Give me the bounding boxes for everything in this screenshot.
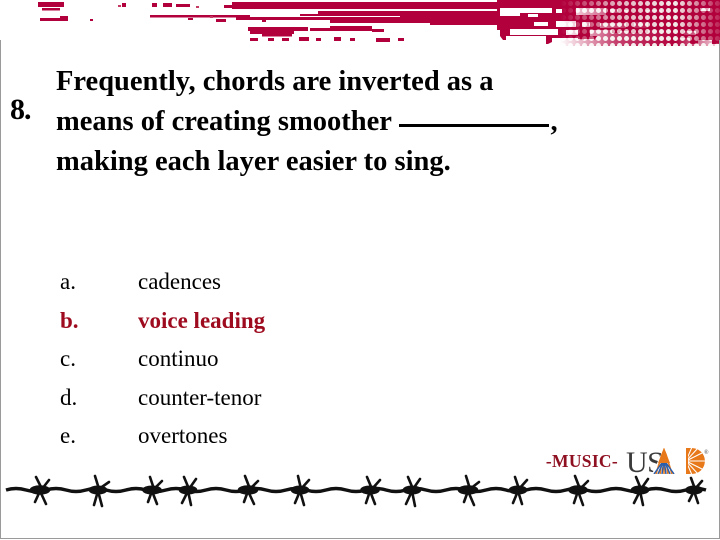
barbed-wire-divider — [0, 466, 720, 512]
slide-frame-left-rule — [0, 40, 1, 538]
banner-grunge-graphic — [38, 0, 720, 48]
question-number: 8. — [10, 93, 32, 126]
question-line-2-suffix: , — [550, 106, 558, 137]
choice-text-e: overtones — [138, 423, 228, 448]
question-text: Frequently, chords are inverted as a mea… — [56, 62, 714, 182]
question-line-2: means of creating smoother , — [56, 102, 714, 142]
top-banner — [0, 0, 720, 48]
barbed-wire-graphic — [5, 474, 707, 508]
answer-blank — [399, 124, 550, 127]
answer-choice-c[interactable]: c. continuo — [60, 340, 480, 379]
choice-letter-d: d. — [60, 384, 78, 410]
answer-choice-b[interactable]: b. voice leading — [60, 302, 480, 341]
choice-text-a: cadences — [138, 269, 221, 294]
choice-letter-a: a. — [60, 269, 76, 294]
choice-text-b: voice leading — [138, 307, 266, 333]
usad-logo-trademark: ® — [704, 449, 709, 456]
choice-text-d: counter-tenor — [138, 384, 262, 410]
answer-choices-list: a. cadences b. voice leading c. continuo… — [60, 263, 480, 456]
choice-letter-b: b. — [60, 307, 79, 333]
question-line-1: Frequently, chords are inverted as a — [56, 66, 494, 97]
choice-text-c: continuo — [138, 346, 219, 371]
answer-choice-e[interactable]: e. overtones — [60, 417, 480, 456]
question-block: 8. Frequently, chords are inverted as a … — [10, 62, 714, 182]
answer-choice-d[interactable]: d. counter-tenor — [60, 379, 480, 418]
answer-choice-a[interactable]: a. cadences — [60, 263, 480, 302]
choice-letter-e: e. — [60, 423, 76, 448]
slide-frame-bottom-rule — [0, 538, 720, 539]
slide-canvas: 8. Frequently, chords are inverted as a … — [0, 0, 720, 540]
question-line-3: making each layer easier to sing. — [56, 146, 451, 177]
choice-letter-c: c. — [60, 346, 76, 371]
question-line-2-text: means of creating smoother — [56, 106, 399, 137]
